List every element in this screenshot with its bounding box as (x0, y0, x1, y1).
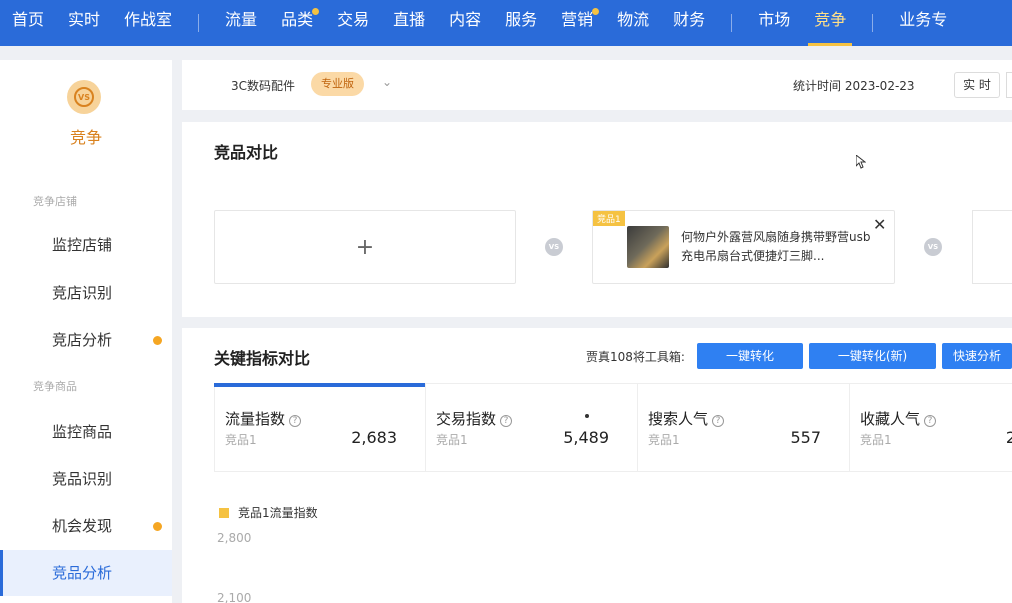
metric-search[interactable]: 搜索人气? 竞品1 557 (638, 384, 850, 472)
metric-value: 5,489 (563, 428, 609, 447)
help-icon[interactable]: ? (289, 415, 302, 427)
metric-value: 2 (1005, 428, 1012, 447)
date-range-button[interactable] (1006, 72, 1012, 98)
one-click-convert-new-button[interactable]: 一键转化(新) (809, 343, 936, 369)
vs-logo-icon: VS (67, 80, 101, 114)
nav-marketing-label: 营销 (561, 10, 594, 29)
product-name: 何物户外露营风扇随身携带野营usb充电吊扇台式便捷灯三脚... (681, 230, 871, 263)
y-tick-label: 2,100 (217, 591, 252, 603)
nav-divider (872, 14, 874, 32)
edition-badge: 专业版 (311, 72, 364, 96)
nav-live[interactable]: 直播 (381, 0, 437, 46)
quick-analysis-button[interactable]: 快速分析 (942, 343, 1012, 369)
sidebar-item-monitor-shop[interactable]: 监控店铺 (0, 222, 172, 268)
product-card[interactable]: 竞品1 何物户外露营风扇随身携带野营usb充电吊扇台式便捷灯三脚... ✕ (592, 210, 895, 284)
one-click-convert-button[interactable]: 一键转化 (697, 343, 803, 369)
metric-sub: 竞品1 (225, 433, 257, 447)
sidebar-item-identify-product[interactable]: 竞品识别 (0, 456, 172, 502)
sidebar-title: 竞争 (69, 128, 102, 147)
chart-legend[interactable]: 竞品1流量指数 (219, 504, 318, 521)
y-tick-label: 2,800 (217, 531, 252, 545)
nav-content[interactable]: 内容 (437, 0, 493, 46)
help-icon[interactable]: ? (924, 415, 937, 427)
legend-label: 竞品1流量指数 (238, 506, 318, 520)
nav-traffic[interactable]: 流量 (213, 0, 269, 46)
chevron-down-icon[interactable]: ⌄ (382, 75, 392, 89)
nav-finance[interactable]: 财务 (661, 0, 717, 46)
notification-dot (592, 8, 600, 15)
add-product-button[interactable]: + (214, 210, 516, 284)
metric-label: 交易指数 (436, 410, 497, 428)
metric-value: 2,683 (351, 428, 397, 447)
help-icon[interactable]: ? (712, 415, 725, 427)
notification-dot (153, 336, 162, 345)
top-navigation: 首页 实时 作战室 流量 品类 交易 直播 内容 服务 营销 物流 财务 市场 … (0, 0, 1012, 46)
nav-logistics[interactable]: 物流 (605, 0, 661, 46)
nav-service[interactable]: 服务 (493, 0, 549, 46)
metric-strip: 流量指数? 竞品1 2,683 交易指数? 竞品1 5,489 搜索人气? 竞品… (214, 383, 1012, 472)
nav-marketing[interactable]: 营销 (549, 0, 605, 46)
toolbox-label: 贾真108将工具箱: (586, 350, 685, 364)
sidebar-item-analyze-product[interactable]: 竞品分析 (0, 550, 172, 596)
nav-divider (731, 14, 733, 32)
sidebar: VS 竞争 竞争店铺 监控店铺 竞店识别 竞店分析 竞争商品 监控商品 竞品识别… (0, 60, 172, 603)
sidebar-item-monitor-product[interactable]: 监控商品 (0, 409, 172, 455)
category-selector[interactable]: 3C数码配件 (231, 77, 295, 94)
metric-favorite[interactable]: 收藏人气? 竞品1 2 (850, 384, 1012, 472)
vs-icon: VS (924, 238, 942, 256)
metric-traffic[interactable]: 流量指数? 竞品1 2,683 (214, 383, 426, 472)
filter-bar: 3C数码配件 专业版 ⌄ 统计时间 2023-02-23 实 时 (182, 60, 1012, 110)
realtime-button[interactable]: 实 时 (954, 72, 1000, 98)
sidebar-item-identify-shop[interactable]: 竞店识别 (0, 270, 172, 316)
sidebar-item-opportunity[interactable]: 机会发现 (0, 503, 172, 549)
sidebar-group-shops: 竞争店铺 (33, 195, 77, 208)
notification-dot (312, 8, 320, 15)
product-thumbnail (627, 226, 669, 268)
nav-home[interactable]: 首页 (0, 0, 56, 46)
mouse-cursor-icon (856, 155, 866, 169)
compare-title: 竞品对比 (214, 143, 279, 162)
close-icon[interactable]: ✕ (873, 215, 886, 234)
help-icon[interactable]: ? (500, 415, 513, 427)
metric-label: 流量指数 (225, 410, 286, 428)
notification-dot (153, 522, 162, 531)
metric-trade[interactable]: 交易指数? 竞品1 5,489 (426, 384, 638, 472)
nav-category-label: 品类 (281, 10, 314, 29)
text-cursor-icon (585, 414, 589, 418)
metric-sub: 竞品1 (860, 433, 892, 447)
metric-sub: 竞品1 (436, 433, 468, 447)
sidebar-item-label: 机会发现 (52, 517, 113, 535)
vs-logo-text: VS (74, 87, 94, 107)
metrics-title: 关键指标对比 (214, 349, 311, 368)
metrics-card: 关键指标对比 贾真108将工具箱: 一键转化 一键转化(新) 快速分析 流量指数… (182, 328, 1012, 603)
nav-trade[interactable]: 交易 (325, 0, 381, 46)
metric-label: 搜索人气 (648, 410, 709, 428)
nav-business[interactable]: 业务专 (887, 0, 959, 46)
nav-divider (198, 14, 200, 32)
product-tag: 竞品1 (593, 211, 625, 226)
sidebar-item-analyze-shop[interactable]: 竞店分析 (0, 317, 172, 363)
metric-sub: 竞品1 (648, 433, 680, 447)
nav-war-room[interactable]: 作战室 (112, 0, 184, 46)
metric-name: 收藏人气? (860, 408, 937, 429)
add-product-slot[interactable] (972, 210, 1012, 284)
nav-competition[interactable]: 竞争 (802, 0, 858, 46)
metric-name: 流量指数? (225, 408, 302, 429)
metric-name: 搜索人气? (648, 408, 725, 429)
compare-card: 竞品对比 + VS 竞品1 何物户外露营风扇随身携带野营usb充电吊扇台式便捷灯… (182, 122, 1012, 317)
sidebar-group-products: 竞争商品 (33, 380, 77, 393)
plus-icon: + (355, 234, 375, 260)
vs-icon: VS (545, 238, 563, 256)
sidebar-item-label: 竞店分析 (52, 331, 113, 349)
metric-name: 交易指数? (436, 408, 513, 429)
metric-label: 收藏人气 (860, 410, 921, 428)
metric-value: 557 (790, 428, 821, 447)
nav-category[interactable]: 品类 (269, 0, 325, 46)
stat-time: 统计时间 2023-02-23 (793, 79, 915, 93)
legend-swatch (219, 507, 229, 518)
nav-market[interactable]: 市场 (746, 0, 802, 46)
nav-realtime[interactable]: 实时 (56, 0, 112, 46)
